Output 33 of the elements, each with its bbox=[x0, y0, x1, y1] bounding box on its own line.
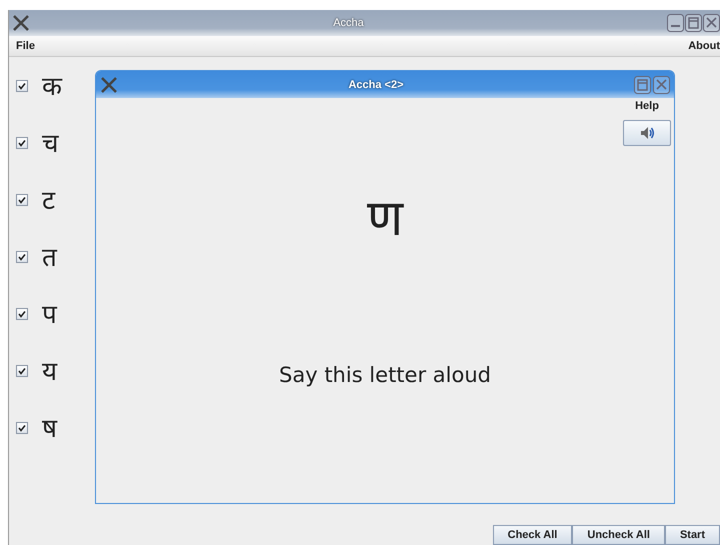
checkbox[interactable] bbox=[16, 80, 28, 92]
x-logo-icon[interactable] bbox=[100, 76, 118, 94]
menu-item[interactable]: File bbox=[16, 40, 35, 52]
maximize-button[interactable] bbox=[685, 14, 702, 32]
minimize-button[interactable] bbox=[667, 14, 684, 32]
help-menu[interactable]: Help bbox=[635, 100, 659, 112]
letter-display: ण bbox=[367, 193, 403, 243]
checkbox[interactable] bbox=[16, 422, 28, 434]
action-button[interactable]: Uncheck All bbox=[572, 525, 665, 545]
letter-label: प bbox=[42, 300, 57, 326]
menu-item[interactable]: About bbox=[688, 40, 720, 52]
close-button[interactable] bbox=[653, 76, 670, 94]
instruction-text: Say this letter aloud bbox=[279, 363, 491, 387]
close-button[interactable] bbox=[703, 14, 720, 32]
letter-label: य bbox=[42, 358, 57, 384]
action-button[interactable]: Start bbox=[664, 525, 720, 545]
checkbox[interactable] bbox=[16, 136, 28, 148]
letter-label: ट bbox=[42, 186, 55, 212]
checkbox[interactable] bbox=[16, 194, 28, 206]
maximize-button[interactable] bbox=[634, 76, 651, 94]
letter-label: ष bbox=[42, 414, 57, 440]
sound-button[interactable] bbox=[623, 120, 671, 146]
x-logo-icon[interactable] bbox=[12, 14, 30, 32]
action-button[interactable]: Check All bbox=[492, 525, 572, 545]
checkbox[interactable] bbox=[16, 364, 28, 376]
speaker-icon bbox=[639, 125, 655, 141]
window-title: Accha bbox=[332, 17, 365, 29]
checkbox[interactable] bbox=[16, 308, 28, 320]
letter-label: क bbox=[42, 72, 62, 98]
checkbox[interactable] bbox=[16, 250, 28, 262]
dialog-title: Accha <2> bbox=[347, 78, 405, 90]
letter-label: च bbox=[42, 130, 59, 156]
letter-label: त bbox=[42, 244, 57, 270]
